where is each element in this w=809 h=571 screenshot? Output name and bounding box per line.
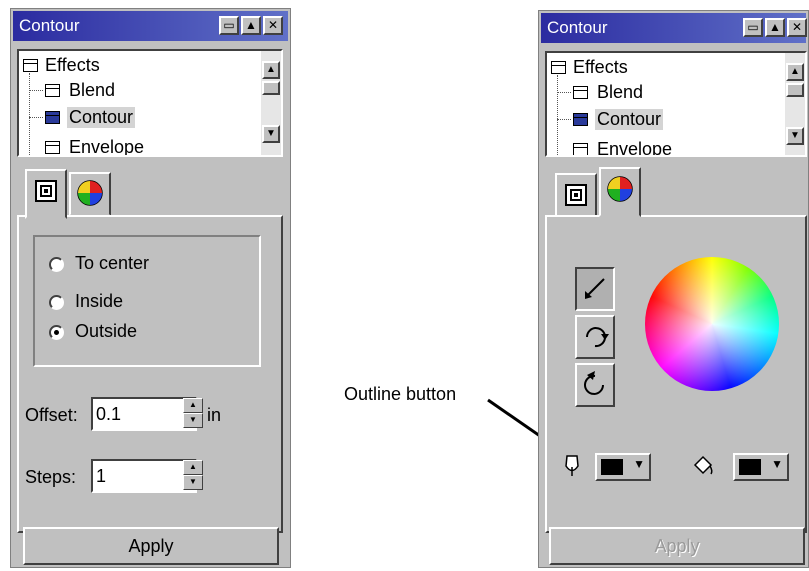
tree-item-envelope[interactable]: Envelope [597,139,672,155]
effects-folder-icon [23,59,38,72]
window-title: Contour [547,18,608,37]
window-title: Contour [19,16,80,35]
chevron-down-icon: ▼ [633,457,645,471]
fill-color-swatch [739,459,761,475]
color-wheel-icon [607,176,633,202]
radio-to-center[interactable] [49,257,64,272]
offset-unit: in [207,405,222,425]
offset-stepper[interactable]: ▲ ▼ [183,398,203,430]
outline-pen-icon[interactable] [561,453,583,484]
effects-folder-icon [551,61,566,74]
counterclockwise-color-button[interactable] [575,363,615,407]
tree-scrollbar[interactable]: ▲ ▼ [261,51,281,155]
fill-color-picker[interactable]: ▼ [733,453,789,481]
spin-up-icon[interactable]: ▲ [183,398,203,413]
right-contour-docker: Contour ▭ ▲ ✕ Effects Blend Contour Enve… [538,10,809,568]
radio-inside[interactable] [49,295,64,310]
blend-icon [45,84,60,97]
scroll-thumb[interactable] [262,81,280,95]
apply-button[interactable]: Apply [549,527,805,565]
left-contour-docker: Contour ▭ ▲ ✕ Effects Blend Contour Enve… [10,8,291,568]
fill-bucket-icon[interactable] [691,453,715,484]
apply-button[interactable]: Apply [23,527,279,565]
contour-steps-icon [35,180,57,202]
tree-root-effects[interactable]: Effects [45,55,100,76]
chevron-down-icon: ▼ [771,457,783,471]
steps-label: Steps: [25,467,77,487]
scroll-up-icon[interactable]: ▲ [262,61,280,79]
linear-line-icon [585,278,605,299]
outline-color-swatch [601,459,623,475]
contour-icon [573,113,588,126]
blend-icon [573,86,588,99]
close-icon[interactable]: ✕ [787,18,807,37]
contour-icon [45,111,60,124]
tree-item-blend[interactable]: Blend [69,80,115,101]
tree-item-contour[interactable]: Contour [67,107,136,128]
inside-label: Inside [75,291,124,311]
scroll-down-icon[interactable]: ▼ [262,125,280,143]
outline-color-picker[interactable]: ▼ [595,453,651,481]
tab-panel: To center Inside Outside Offset: 0.1 ▲ ▼… [17,215,283,533]
tree-root-effects[interactable]: Effects [573,57,628,78]
color-wheel-icon [77,180,103,206]
effects-tree[interactable]: Effects Blend Contour Envelope ▲ ▼ [545,51,807,157]
scroll-thumb[interactable] [786,83,804,97]
envelope-icon [45,141,60,154]
steps-input[interactable]: 1 [91,459,197,493]
annotation-label: Outline button [344,384,457,404]
spin-down-icon[interactable]: ▼ [183,413,203,428]
offset-label: Offset: [25,405,78,425]
close-icon[interactable]: ✕ [263,16,283,35]
tree-item-envelope[interactable]: Envelope [69,137,144,155]
linear-color-button[interactable] [575,267,615,311]
spin-down-icon[interactable]: ▼ [183,475,203,490]
radio-outside[interactable] [49,325,64,340]
tab-panel: ▼ ▼ [545,215,807,533]
counterclockwise-icon [584,371,604,395]
collapse-icon[interactable]: ▲ [241,16,261,35]
tree-scrollbar[interactable]: ▲ ▼ [785,53,805,155]
tab-contour-steps[interactable] [555,173,597,217]
effects-tree[interactable]: Effects Blend Contour Envelope ▲ ▼ [17,49,283,157]
scroll-up-icon[interactable]: ▲ [786,63,804,81]
clockwise-icon [586,327,609,348]
envelope-icon [573,143,588,155]
tree-item-contour[interactable]: Contour [595,109,664,130]
spin-up-icon[interactable]: ▲ [183,460,203,475]
scroll-down-icon[interactable]: ▼ [786,127,804,145]
tree-item-blend[interactable]: Blend [597,82,643,103]
offset-input[interactable]: 0.1 [91,397,197,431]
steps-stepper[interactable]: ▲ ▼ [183,460,203,492]
clockwise-color-button[interactable] [575,315,615,359]
direction-group: To center Inside Outside [33,235,261,367]
tab-contour-steps[interactable] [25,169,67,219]
restore-icon[interactable]: ▭ [743,18,763,37]
title-bar[interactable]: Contour ▭ ▲ ✕ [541,13,807,43]
contour-steps-icon [565,184,587,206]
restore-icon[interactable]: ▭ [219,16,239,35]
tab-contour-colors[interactable] [599,167,641,217]
tab-contour-colors[interactable] [69,172,111,216]
to-center-label: To center [75,253,150,273]
collapse-icon[interactable]: ▲ [765,18,785,37]
color-wheel[interactable] [645,257,779,391]
outside-label: Outside [75,321,138,341]
title-bar[interactable]: Contour ▭ ▲ ✕ [13,11,288,41]
